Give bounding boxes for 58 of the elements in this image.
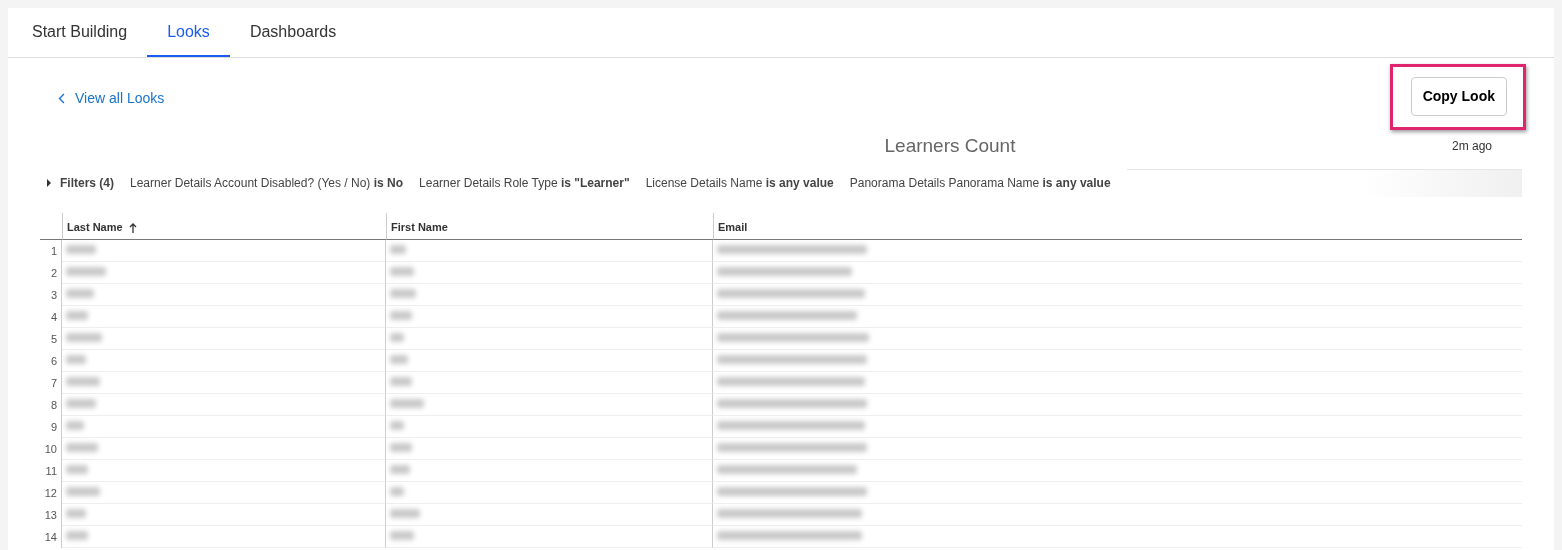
filter-condition: Learner Details Account Disabled? (Yes / No) is No: [130, 174, 404, 192]
redacted-text: [66, 465, 88, 474]
redacted-text: [390, 377, 412, 386]
row-number: 9: [40, 416, 62, 438]
redacted-text: [390, 333, 404, 342]
redacted-text: [390, 267, 414, 276]
nav-tab[interactable]: Looks: [147, 8, 230, 57]
filter-condition: Learner Details Role Type is "Learner": [419, 174, 630, 192]
row-number: 6: [40, 350, 62, 372]
row-number: 2: [40, 262, 62, 284]
look-title: Learners Count: [884, 135, 1016, 156]
redacted-text: [390, 487, 404, 496]
redacted-text: [66, 377, 100, 386]
redacted-text: [390, 465, 410, 474]
copy-look-button[interactable]: Copy Look: [1410, 77, 1507, 116]
row-number: 1: [40, 240, 62, 262]
row-number: 13: [40, 504, 62, 526]
redacted-text: [390, 509, 420, 518]
redacted-text: [390, 443, 412, 452]
row-number: 14: [40, 526, 62, 548]
row-number: 5: [40, 328, 62, 350]
back-link[interactable]: View all Looks: [58, 88, 165, 109]
row-number: 11: [40, 460, 62, 482]
row-number: 10: [40, 438, 62, 460]
row-number: 8: [40, 394, 62, 416]
redacted-text: [66, 289, 94, 298]
redacted-text: [66, 355, 86, 364]
nav-tab[interactable]: Start Building: [12, 8, 148, 57]
redacted-text: [66, 421, 84, 430]
redacted-text: [66, 333, 102, 342]
redacted-text: [66, 531, 88, 540]
row-number: 4: [40, 306, 62, 328]
updated-time: 2m ago: [1451, 138, 1492, 156]
column-header[interactable]: Last Name: [62, 212, 386, 240]
redacted-text: [390, 311, 412, 320]
redacted-text: [66, 311, 88, 320]
redacted-text: [66, 399, 96, 408]
redacted-text: [390, 355, 408, 364]
chevron-left-icon: [58, 93, 65, 104]
redacted-text: [66, 245, 96, 254]
column-header[interactable]: Email: [713, 212, 1522, 240]
redacted-text: [66, 267, 106, 276]
row-number: 3: [40, 284, 62, 306]
row-number: 7: [40, 372, 62, 394]
redacted-text: [66, 443, 98, 452]
filter-condition: Panorama Details Panorama Name is any value: [849, 174, 1111, 192]
redacted-text: [390, 245, 406, 254]
redacted-text: [66, 487, 100, 496]
row-number: 12: [40, 482, 62, 504]
redacted-text: [390, 399, 424, 408]
column-header[interactable]: First Name: [386, 212, 713, 240]
nav-tab[interactable]: Dashboards: [229, 8, 357, 57]
redacted-text: [390, 289, 416, 298]
redacted-text: [390, 421, 404, 430]
filters-toggle[interactable]: Filters (4): [46, 173, 114, 192]
redacted-text: [66, 509, 86, 518]
redacted-text: [390, 531, 414, 540]
filter-condition: License Details Name is any value: [645, 174, 834, 192]
